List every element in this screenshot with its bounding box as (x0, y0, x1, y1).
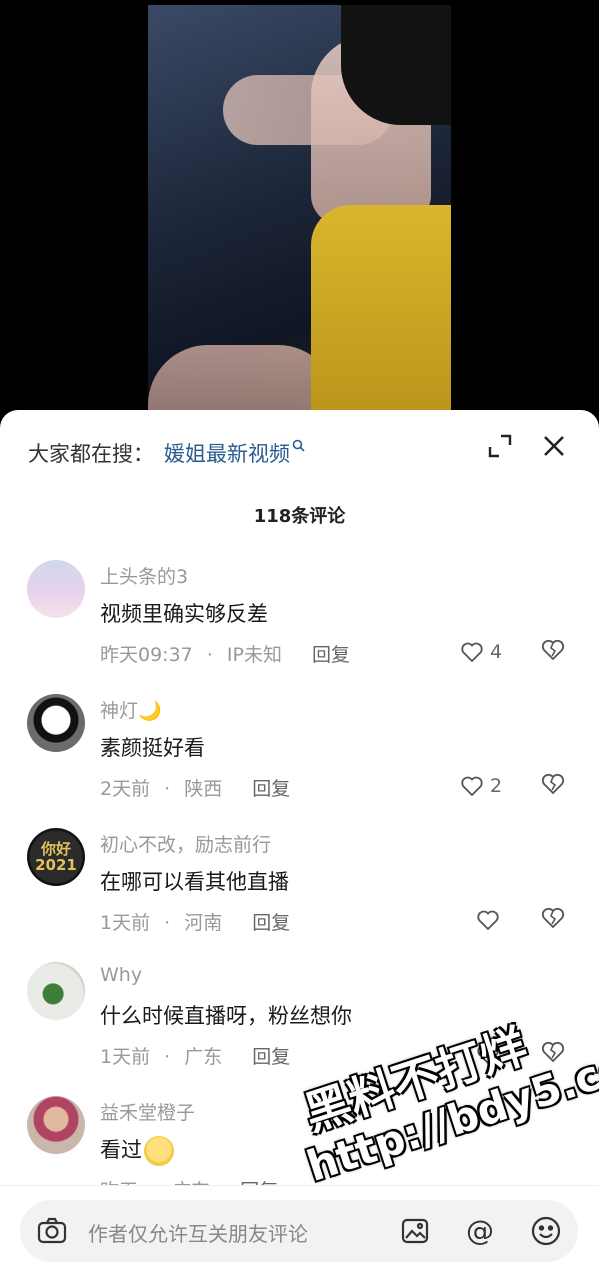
camera-icon[interactable] (36, 1215, 68, 1247)
comment-time: 1天前 (100, 912, 151, 934)
search-suggestion[interactable]: 大家都在搜： 媛姐最新视频 (28, 438, 305, 468)
comment-meta: 1天前 · 广东 回复 (100, 1042, 290, 1069)
mention-icon[interactable]: @ (466, 1214, 496, 1247)
video-frame[interactable] (148, 5, 451, 430)
comment-location: 广东 (184, 1046, 223, 1068)
comment-item: Why 什么时候直播呀，粉丝想你 1天前 · 广东 回复 (0, 962, 599, 1096)
comment-input[interactable]: 作者仅允许互关朋友评论 @ (20, 1200, 578, 1262)
dislike-icon[interactable] (540, 906, 568, 934)
meta-separator: · (164, 912, 171, 934)
input-placeholder[interactable]: 作者仅允许互关朋友评论 (88, 1218, 308, 1247)
like-button[interactable] (476, 906, 506, 934)
reply-button[interactable]: 回复 (312, 644, 350, 666)
comment-username[interactable]: 益禾堂橙子 (100, 1098, 195, 1125)
meta-separator: · (164, 1046, 171, 1068)
meta-separator: · (164, 778, 171, 800)
comment-location: 陕西 (184, 778, 223, 800)
avatar[interactable] (27, 560, 85, 618)
video-content (311, 205, 451, 430)
comment-meta: 昨天09:37 · IP未知 回复 (100, 640, 350, 667)
heart-icon (477, 910, 499, 931)
username-text: 神灯 (100, 700, 139, 722)
emoji-icon[interactable] (530, 1215, 562, 1247)
search-icon (292, 439, 305, 456)
like-count: 2 (490, 775, 503, 797)
comment-text: 看过 (100, 1134, 174, 1166)
comments-sheet: 大家都在搜： 媛姐最新视频 118条评论 上头条的3 视频里确实够反差 昨天09… (0, 410, 599, 1280)
comment-item: 上头条的3 视频里确实够反差 昨天09:37 · IP未知 回复 4 (0, 560, 599, 694)
reply-button[interactable]: 回复 (252, 778, 290, 800)
comment-text: 什么时候直播呀，粉丝想你 (100, 1004, 352, 1028)
comment-time: 2天前 (100, 778, 151, 800)
dislike-icon[interactable] (540, 772, 568, 800)
heart-icon (461, 642, 483, 663)
comment-count: 118条评论 (253, 506, 346, 527)
avatar[interactable] (27, 694, 85, 752)
heart-icon (461, 776, 483, 797)
moon-emoji: 🌙 (138, 700, 162, 722)
comment-input-bar: 作者仅允许互关朋友评论 @ (0, 1185, 599, 1280)
expand-icon[interactable] (486, 432, 514, 460)
reply-button[interactable]: 回复 (252, 912, 290, 934)
comment-text: 视频里确实够反差 (100, 602, 268, 626)
meta-separator: · (206, 644, 213, 666)
reply-button[interactable]: 回复 (252, 1046, 290, 1068)
avatar[interactable]: 你好 2021 (27, 828, 85, 886)
search-prefix: 大家都在搜： (28, 442, 154, 466)
comment-time: 1天前 (100, 1046, 151, 1068)
search-query-link[interactable]: 媛姐最新视频 (164, 438, 290, 468)
dislike-icon[interactable] (540, 638, 568, 666)
comment-username[interactable]: 神灯🌙 (100, 696, 162, 723)
like-button[interactable]: 2 (460, 772, 502, 800)
comment-text: 在哪可以看其他直播 (100, 870, 289, 894)
dislike-icon[interactable] (540, 1040, 568, 1068)
comment-meta: 2天前 · 陕西 回复 (100, 774, 290, 801)
like-count: 4 (490, 641, 503, 663)
like-button[interactable]: 4 (460, 638, 502, 666)
video-player[interactable] (0, 0, 599, 430)
avatar[interactable] (27, 1096, 85, 1154)
image-icon[interactable] (400, 1216, 430, 1246)
blush-emoji-icon (144, 1136, 174, 1166)
avatar-text: 你好 2021 (35, 840, 77, 874)
avatar[interactable] (27, 962, 85, 1020)
comment-item: 你好 2021 初心不改，励志前行 在哪可以看其他直播 1天前 · 河南 回复 (0, 828, 599, 962)
comment-location: 河南 (184, 912, 223, 934)
video-content (341, 5, 451, 125)
comment-meta: 1天前 · 河南 回复 (100, 908, 290, 935)
comment-item: 神灯🌙 素颜挺好看 2天前 · 陕西 回复 2 (0, 694, 599, 828)
comment-text-content: 看过 (100, 1138, 142, 1162)
comment-username[interactable]: Why (100, 964, 142, 986)
comment-text: 素颜挺好看 (100, 736, 205, 760)
comment-username[interactable]: 初心不改，励志前行 (100, 830, 271, 857)
heart-icon (477, 1044, 499, 1065)
comment-time: 昨天09:37 (100, 644, 193, 666)
like-button[interactable] (476, 1040, 506, 1068)
comment-location: IP未知 (226, 644, 282, 666)
close-icon[interactable] (540, 432, 568, 460)
comment-username[interactable]: 上头条的3 (100, 562, 188, 589)
